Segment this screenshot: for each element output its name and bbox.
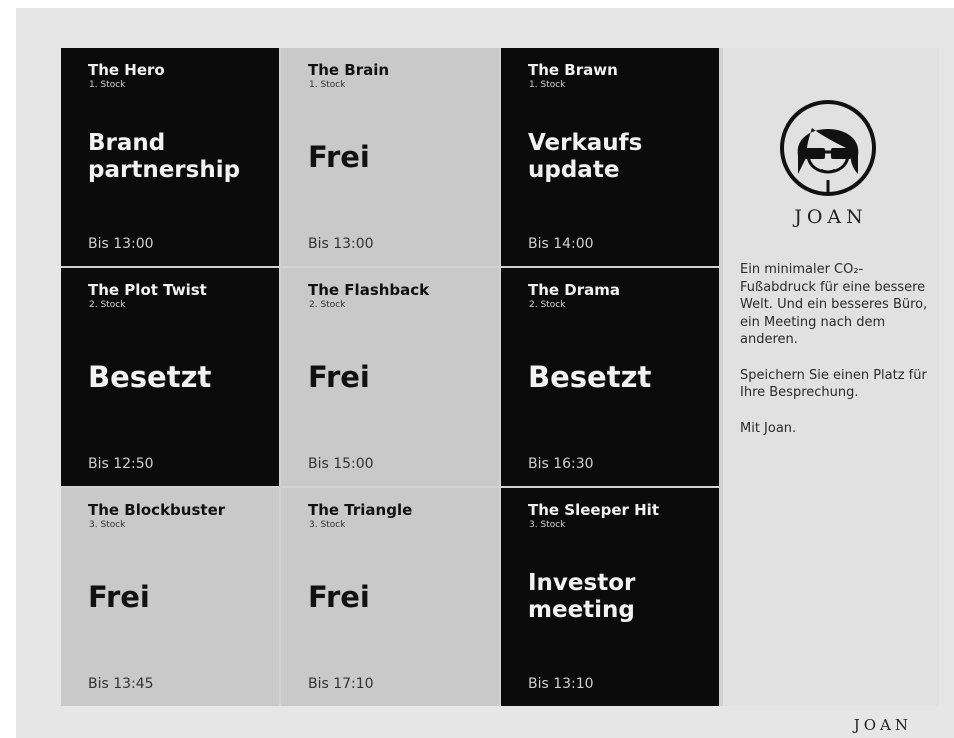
room-tile[interactable]: The Triangle 3. Stock Frei Bis 17:10 xyxy=(281,488,499,706)
room-name: The Flashback xyxy=(308,281,430,299)
room-until-time: Bis 17:10 xyxy=(308,676,374,692)
room-tile[interactable]: The Blockbuster 3. Stock Frei Bis 13:45 xyxy=(61,488,279,706)
room-floor: 1. Stock xyxy=(89,80,126,90)
room-status: Verkaufs update xyxy=(528,129,643,183)
room-until-time: Bis 13:00 xyxy=(88,236,154,252)
room-name: The Plot Twist xyxy=(88,281,207,299)
room-status: Frei xyxy=(308,579,370,614)
room-until-time: Bis 13:00 xyxy=(308,236,374,252)
room-tile[interactable]: The Brawn 1. Stock Verkaufs update Bis 1… xyxy=(501,48,719,266)
room-floor: 2. Stock xyxy=(529,300,566,310)
room-until-time: Bis 12:50 xyxy=(88,456,154,472)
room-status: Frei xyxy=(308,359,370,394)
room-tile[interactable]: The Hero 1. Stock Brand partnership Bis … xyxy=(61,48,279,266)
room-status: Besetzt xyxy=(528,359,652,394)
room-until-time: Bis 14:00 xyxy=(528,236,594,252)
room-name: The Hero xyxy=(88,61,165,79)
room-status: Brand partnership xyxy=(88,129,241,183)
room-floor: 1. Stock xyxy=(529,80,566,90)
sidebar-paragraph: Ein minimaler CO₂-Fußabdruck für eine be… xyxy=(740,262,928,348)
room-floor: 3. Stock xyxy=(89,520,126,530)
room-until-time: Bis 13:45 xyxy=(88,676,154,692)
room-name: The Brain xyxy=(308,61,390,79)
room-status: Frei xyxy=(88,579,150,614)
room-name: The Brawn xyxy=(528,61,618,79)
room-name: The Triangle xyxy=(308,501,413,519)
room-status: Besetzt xyxy=(88,359,212,394)
room-floor: 2. Stock xyxy=(309,300,346,310)
room-tile[interactable]: The Plot Twist 2. Stock Besetzt Bis 12:5… xyxy=(61,268,279,486)
room-until-time: Bis 15:00 xyxy=(308,456,374,472)
room-tile[interactable]: The Sleeper Hit 3. Stock Investor meetin… xyxy=(501,488,719,706)
device-brand-logo: JOAN xyxy=(853,716,912,734)
room-until-time: Bis 13:10 xyxy=(528,676,594,692)
room-status: Investor meeting xyxy=(528,569,636,623)
woman-with-glasses-icon xyxy=(778,98,878,198)
info-sidebar: JOAN Ein minimaler CO₂-Fußabdruck für ei… xyxy=(723,48,939,706)
joan-device: The Hero 1. Stock Brand partnership Bis … xyxy=(16,8,954,738)
room-grid: The Hero 1. Stock Brand partnership Bis … xyxy=(61,48,721,706)
sidebar-brand-wordmark: JOAN xyxy=(794,206,868,228)
sidebar-message: Ein minimaler CO₂-Fußabdruck für eine be… xyxy=(740,261,930,455)
room-status: Frei xyxy=(308,139,370,174)
room-until-time: Bis 16:30 xyxy=(528,456,594,472)
room-floor: 3. Stock xyxy=(309,520,346,530)
sidebar-paragraph: Mit Joan. xyxy=(740,420,797,436)
room-floor: 1. Stock xyxy=(309,80,346,90)
room-name: The Blockbuster xyxy=(88,501,226,519)
room-tile[interactable]: The Drama 2. Stock Besetzt Bis 16:30 xyxy=(501,268,719,486)
room-name: The Drama xyxy=(528,281,621,299)
room-name: The Sleeper Hit xyxy=(528,501,659,519)
display-screen: The Hero 1. Stock Brand partnership Bis … xyxy=(61,48,939,706)
room-tile[interactable]: The Flashback 2. Stock Frei Bis 15:00 xyxy=(281,268,499,486)
room-floor: 2. Stock xyxy=(89,300,126,310)
sidebar-paragraph: Speichern Sie einen Platz für Ihre Bespr… xyxy=(740,367,927,401)
room-tile[interactable]: The Brain 1. Stock Frei Bis 13:00 xyxy=(281,48,499,266)
room-floor: 3. Stock xyxy=(529,520,566,530)
